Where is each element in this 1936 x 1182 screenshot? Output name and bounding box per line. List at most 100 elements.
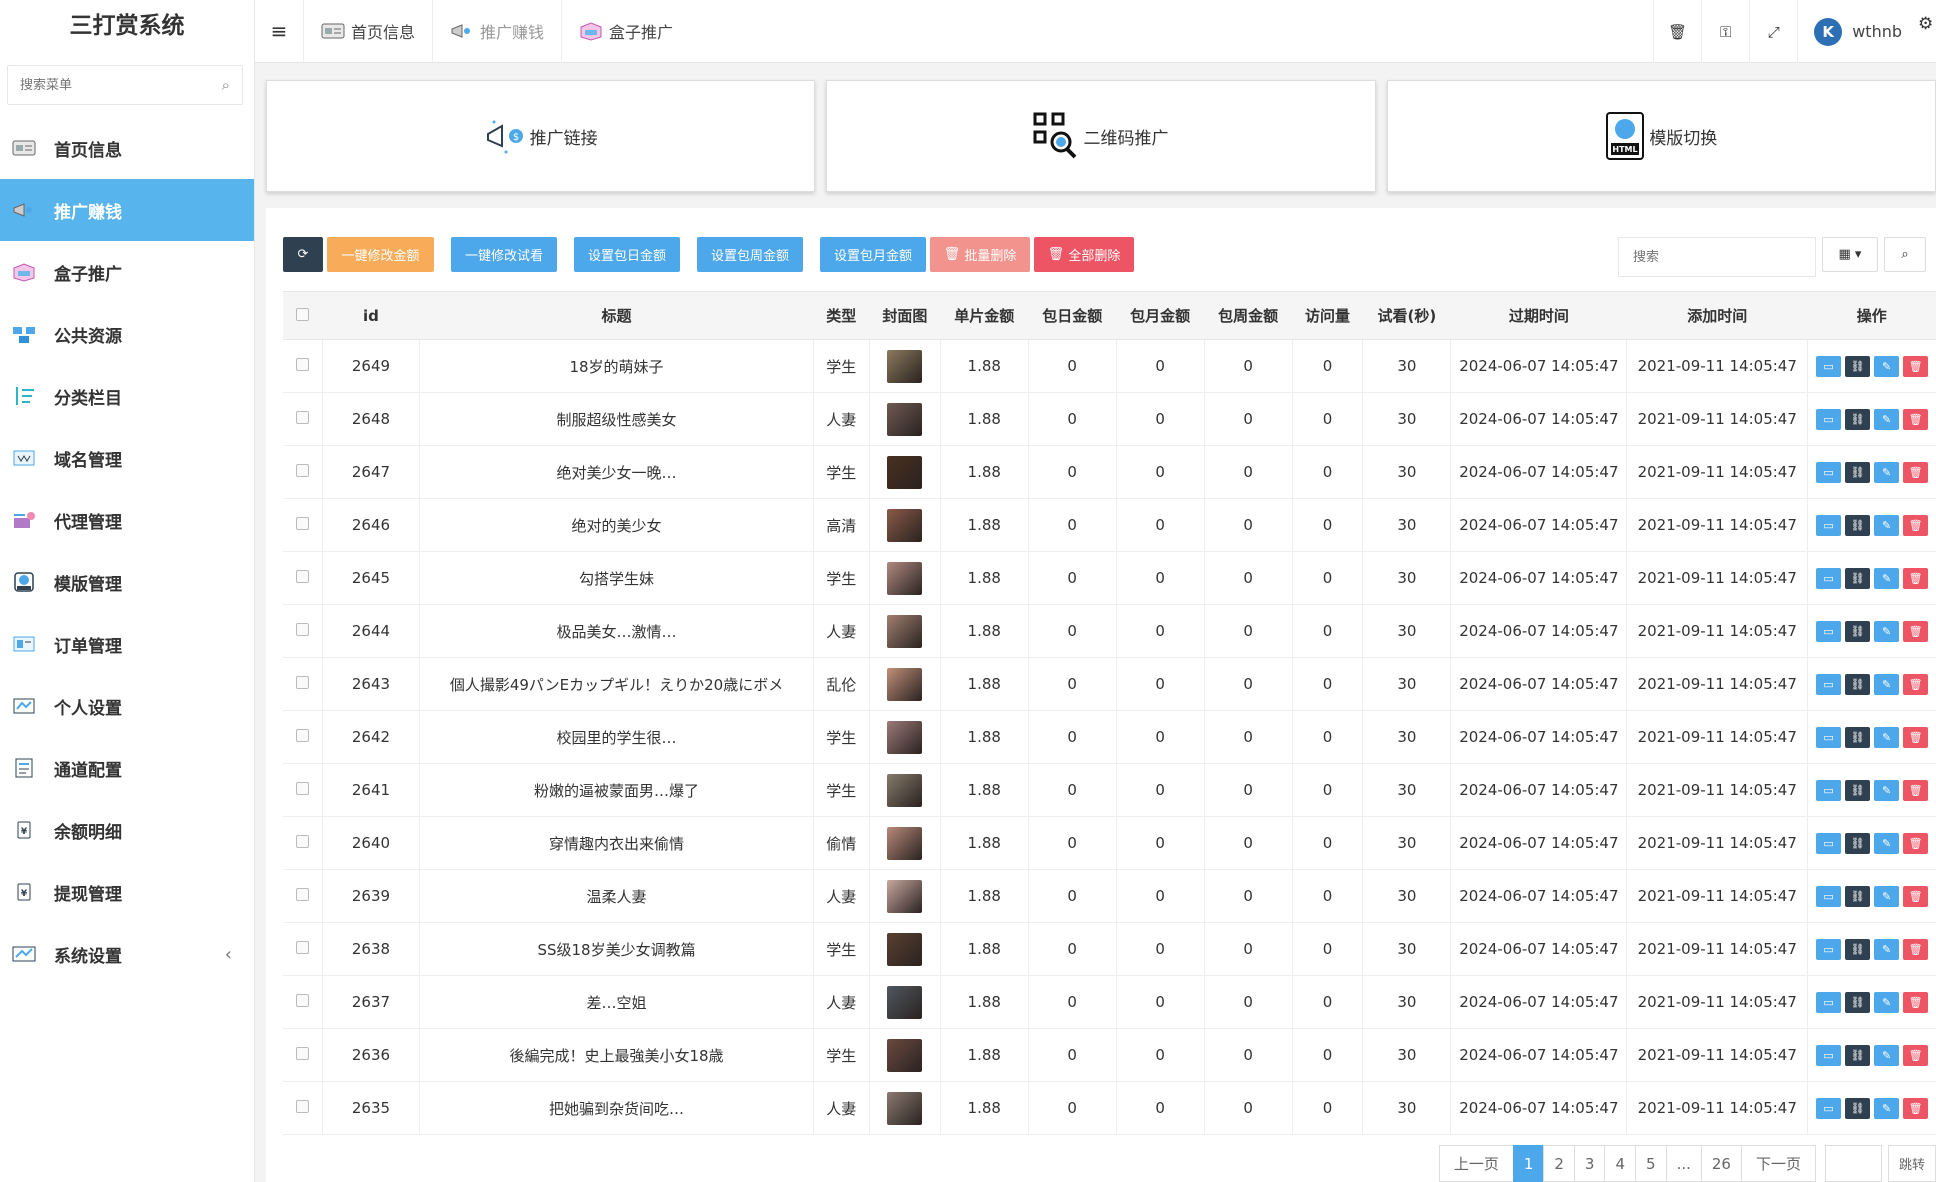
page-button[interactable]: 4 bbox=[1604, 1145, 1637, 1182]
row-select-cell[interactable] bbox=[283, 339, 323, 393]
menu-search-input[interactable] bbox=[20, 77, 190, 93]
delete-button[interactable]: 🗑 bbox=[1903, 991, 1929, 1013]
set-daily-price-button[interactable]: 设置包日金额 bbox=[574, 237, 680, 272]
edit-button[interactable]: ✎ bbox=[1874, 885, 1900, 907]
row-checkbox[interactable] bbox=[295, 1047, 309, 1060]
cover-thumbnail[interactable] bbox=[887, 932, 923, 966]
sidebar-item[interactable]: 首页信息 bbox=[0, 117, 254, 179]
gear-icon[interactable]: ⚙ bbox=[1918, 14, 1936, 34]
row-checkbox[interactable] bbox=[295, 411, 309, 424]
edit-button[interactable]: ✎ bbox=[1874, 726, 1900, 748]
preview-button[interactable]: ▭ bbox=[1816, 1044, 1842, 1066]
preview-button[interactable]: ▭ bbox=[1816, 567, 1842, 589]
row-select-cell[interactable] bbox=[283, 657, 323, 711]
page-jump-input[interactable] bbox=[1824, 1145, 1882, 1182]
top-tab[interactable]: 首页信息 bbox=[303, 0, 432, 63]
row-select-cell[interactable] bbox=[283, 445, 323, 499]
sidebar-item[interactable]: 公共资源 bbox=[0, 303, 254, 365]
cover-thumbnail[interactable] bbox=[887, 455, 923, 489]
edit-button[interactable]: ✎ bbox=[1874, 620, 1900, 642]
top-tab[interactable]: 盒子推广 bbox=[561, 0, 690, 63]
row-select-cell[interactable] bbox=[283, 869, 323, 923]
delete-button[interactable]: 🗑 bbox=[1903, 408, 1929, 430]
cover-thumbnail[interactable] bbox=[887, 985, 923, 1019]
delete-button[interactable]: 🗑 bbox=[1903, 1044, 1929, 1066]
set-monthly-price-button[interactable]: 设置包月金额 bbox=[820, 237, 926, 272]
row-checkbox[interactable] bbox=[295, 676, 309, 689]
table-row[interactable]: 2647 绝对美少女一晚… 学生 1.88 0 0 0 0 30 2024-06-07 14:05… bbox=[283, 445, 1936, 499]
delete-button[interactable]: 🗑 bbox=[1903, 620, 1929, 642]
column-toggle-button[interactable]: ▦ ▾ bbox=[1822, 237, 1878, 272]
preview-button[interactable]: ▭ bbox=[1816, 461, 1842, 483]
preview-button[interactable]: ▭ bbox=[1816, 355, 1842, 377]
cover-thumbnail[interactable] bbox=[887, 508, 923, 542]
cover-thumbnail[interactable] bbox=[887, 667, 923, 701]
page-button[interactable]: 3 bbox=[1573, 1145, 1606, 1182]
link-button[interactable]: ⛓ bbox=[1845, 408, 1871, 430]
sidebar-item[interactable]: 系统设置 ‹ bbox=[0, 923, 254, 985]
user-menu[interactable]: K wthnb bbox=[1797, 0, 1936, 63]
cover-thumbnail[interactable] bbox=[887, 614, 923, 648]
sidebar-item[interactable]: ¥ 余额明细 bbox=[0, 799, 254, 861]
link-button[interactable]: ⛓ bbox=[1845, 673, 1871, 695]
table-row[interactable]: 2648 制服超级性感美女 人妻 1.88 0 0 0 0 30 2024-06-07 14:05… bbox=[283, 392, 1936, 446]
table-row[interactable]: 2635 把她骗到杂货间吃… 人妻 1.88 0 0 0 0 30 2024-06-07 14:0… bbox=[283, 1081, 1936, 1135]
preview-button[interactable]: ▭ bbox=[1816, 1097, 1842, 1119]
row-checkbox[interactable] bbox=[295, 517, 309, 530]
cover-thumbnail[interactable] bbox=[887, 349, 923, 383]
sidebar-item[interactable]: 通道配置 bbox=[0, 737, 254, 799]
row-checkbox[interactable] bbox=[295, 358, 309, 371]
link-button[interactable]: ⛓ bbox=[1845, 567, 1871, 589]
row-select-cell[interactable] bbox=[283, 975, 323, 1029]
fullscreen-icon[interactable]: ⤢ bbox=[1749, 0, 1797, 63]
row-checkbox[interactable] bbox=[295, 623, 309, 636]
preview-button[interactable]: ▭ bbox=[1816, 938, 1842, 960]
table-row[interactable]: 2642 校园里的学生很… 学生 1.88 0 0 0 0 30 2024-06-07 14:05… bbox=[283, 710, 1936, 764]
table-row[interactable]: 2644 极品美女…激情… 人妻 1.88 0 0 0 0 30 2024-06-07 14:05… bbox=[283, 604, 1936, 658]
row-checkbox[interactable] bbox=[295, 782, 309, 795]
delete-button[interactable]: 🗑 bbox=[1903, 673, 1929, 695]
menu-toggle-icon[interactable]: ≡ bbox=[255, 0, 303, 63]
row-select-cell[interactable] bbox=[283, 922, 323, 976]
sidebar-item[interactable]: 模版管理 bbox=[0, 551, 254, 613]
link-button[interactable]: ⛓ bbox=[1845, 514, 1871, 536]
cover-thumbnail[interactable] bbox=[887, 1091, 923, 1125]
edit-button[interactable]: ✎ bbox=[1874, 991, 1900, 1013]
preview-button[interactable]: ▭ bbox=[1816, 779, 1842, 801]
table-row[interactable]: 2640 穿情趣内衣出来偷情 偷情 1.88 0 0 0 0 30 2024-06-07 14:0… bbox=[283, 816, 1936, 870]
edit-button[interactable]: ✎ bbox=[1874, 938, 1900, 960]
bulk-edit-price-button[interactable]: 一键修改金额 bbox=[327, 237, 434, 272]
sidebar-item[interactable]: 分类栏目 bbox=[0, 365, 254, 427]
row-checkbox[interactable] bbox=[295, 464, 309, 477]
row-checkbox[interactable] bbox=[295, 941, 309, 954]
page-button[interactable]: 26 bbox=[1700, 1145, 1742, 1182]
page-button[interactable]: 2 bbox=[1543, 1145, 1575, 1182]
table-row[interactable]: 2646 绝对的美少女 高清 1.88 0 0 0 0 30 2024-06-07 14:05:4… bbox=[283, 498, 1936, 552]
sidebar-item[interactable]: ¥ 提现管理 bbox=[0, 861, 254, 923]
cover-thumbnail[interactable] bbox=[887, 561, 923, 595]
delete-button[interactable]: 🗑 bbox=[1903, 938, 1929, 960]
page-button[interactable]: 5 bbox=[1635, 1145, 1667, 1182]
table-row[interactable]: 2643 個人撮影49パンEカップギル！えりか20歳にボメ 乱伦 1.88 0 0 0 0 30… bbox=[283, 657, 1936, 711]
search-button[interactable]: ⌕ bbox=[1884, 237, 1926, 272]
prev-page-button[interactable]: 上一页 bbox=[1438, 1145, 1514, 1182]
preview-button[interactable]: ▭ bbox=[1816, 514, 1842, 536]
cover-thumbnail[interactable] bbox=[887, 402, 923, 436]
preview-button[interactable]: ▭ bbox=[1816, 832, 1842, 854]
search-icon[interactable]: ⌕ bbox=[222, 76, 230, 94]
row-select-cell[interactable] bbox=[283, 498, 323, 552]
next-page-button[interactable]: 下一页 bbox=[1740, 1145, 1816, 1182]
link-button[interactable]: ⛓ bbox=[1845, 1044, 1871, 1066]
edit-button[interactable]: ✎ bbox=[1874, 1097, 1900, 1119]
edit-button[interactable]: ✎ bbox=[1874, 408, 1900, 430]
lock-screen-icon[interactable]: ⚿ bbox=[1701, 0, 1749, 63]
delete-button[interactable]: 🗑 bbox=[1903, 726, 1929, 748]
cover-thumbnail[interactable] bbox=[887, 826, 923, 860]
delete-button[interactable]: 🗑 bbox=[1903, 832, 1929, 854]
delete-button[interactable]: 🗑 bbox=[1903, 514, 1929, 536]
sidebar-item[interactable]: 域名管理 bbox=[0, 427, 254, 489]
edit-button[interactable]: ✎ bbox=[1874, 779, 1900, 801]
row-select-cell[interactable] bbox=[283, 392, 323, 446]
table-row[interactable]: 2649 18岁的萌妹子 学生 1.88 0 0 0 0 30 2024-06-07 14:05:… bbox=[283, 339, 1936, 393]
edit-button[interactable]: ✎ bbox=[1874, 673, 1900, 695]
